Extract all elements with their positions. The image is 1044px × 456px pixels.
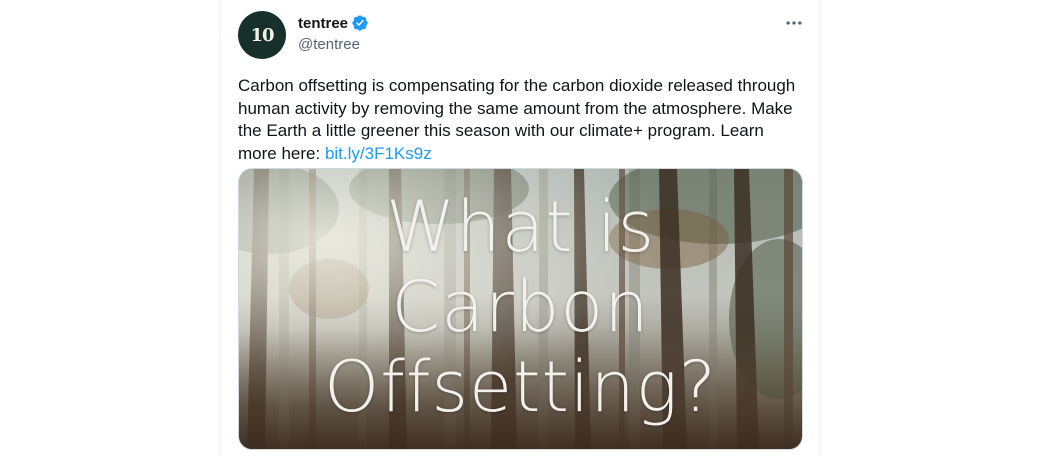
overlay-line-1: What is bbox=[385, 186, 656, 268]
avatar-logo: 10 bbox=[250, 24, 274, 46]
more-options-button[interactable] bbox=[779, 10, 809, 36]
verified-badge-icon bbox=[351, 14, 369, 32]
more-options-icon bbox=[786, 21, 802, 25]
author-handle[interactable]: @tentree bbox=[298, 36, 360, 53]
tweet-body: Carbon offsetting is compensating for th… bbox=[238, 76, 796, 163]
author-display-name[interactable]: tentree bbox=[298, 15, 348, 32]
author-name-row: tentree bbox=[298, 14, 369, 32]
tweet-text: Carbon offsetting is compensating for th… bbox=[238, 75, 798, 165]
overlay-line-2: Carbon bbox=[391, 266, 650, 348]
overlay-line-3: Offsetting? bbox=[324, 346, 717, 428]
media-overlay-text: What is Carbon Offsetting? bbox=[239, 187, 802, 427]
tweet-card[interactable]: 10 tentree @tentree Carbon offsetting is… bbox=[220, 0, 820, 456]
avatar[interactable]: 10 bbox=[238, 11, 286, 59]
page: 10 tentree @tentree Carbon offsetting is… bbox=[0, 0, 1044, 456]
tweet-media-image[interactable]: What is Carbon Offsetting? bbox=[238, 168, 803, 450]
tweet-link[interactable]: bit.ly/3F1Ks9z bbox=[325, 144, 432, 163]
